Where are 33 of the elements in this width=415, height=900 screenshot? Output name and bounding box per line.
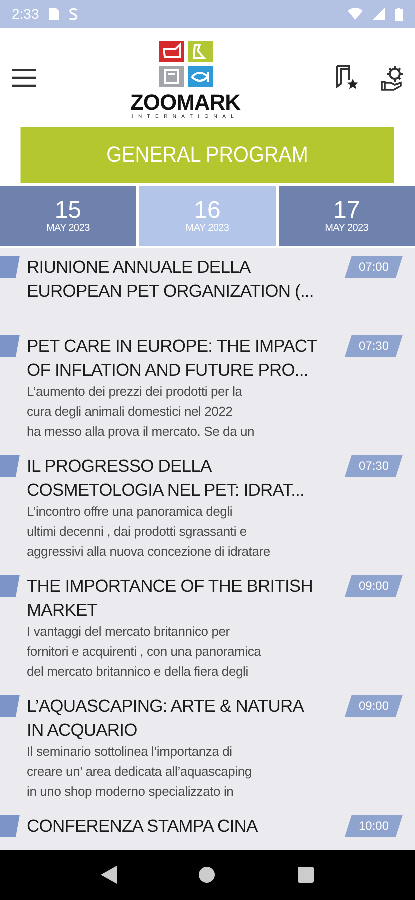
event-title[interactable]: RIUNIONE ANNUALE DELLA EUROPEAN PET ORGANIZATION (... — [27, 255, 345, 303]
signal-icon — [373, 8, 385, 20]
date-tab[interactable]: 15 MAY 2023 — [0, 186, 136, 246]
battery-icon — [395, 8, 403, 20]
time-badge: 07:30 — [345, 335, 403, 357]
back-icon[interactable] — [101, 866, 118, 884]
time-badge: 10:00 — [345, 815, 403, 837]
event-title[interactable]: THE IMPORTANCE OF THE BRITISH MARKET — [27, 574, 345, 622]
wifi-icon — [348, 8, 363, 20]
time-badge: 07:00 — [345, 256, 403, 278]
event-title[interactable]: CONFERENZA STAMPA CINA — [27, 814, 345, 838]
sim-card-icon — [49, 8, 60, 20]
event-title[interactable]: L’AQUASCAPING: ARTE & NATURA IN ACQUARIO — [27, 694, 345, 742]
logo-wordmark: ZOOMARK — [130, 92, 241, 114]
event-description: Il seminario sottolinea l’importanza di creare un’ area dedicata all’aquascaping in uno shop moderno specializzato in — [27, 743, 253, 801]
time-badge: 09:00 — [345, 695, 403, 717]
home-icon[interactable] — [199, 867, 216, 883]
event-description: L’incontro offre una panoramica degli ultimi decenni , dai prodotti sgrassanti e aggressivi alla nuova concezione di idratare — [27, 503, 272, 561]
event-description: I vantaggi del mercato britannico per fornitori e acquirenti , con una panoramica del mercato britannico e della fiera degli — [27, 623, 262, 681]
event-description: L’aumento dei prezzi dei prodotti per la cura degli animali domestici nel 2022 ha messo alla prova il mercato. Se da un — [27, 383, 256, 441]
time-badge: 09:00 — [345, 575, 403, 597]
recents-icon[interactable] — [298, 867, 314, 883]
settings-icon[interactable] — [381, 64, 405, 90]
clock-time: 2:33 — [12, 6, 40, 22]
date-tab[interactable]: 17 MAY 2023 — [278, 186, 415, 246]
event-title[interactable]: PET CARE IN EUROPE: THE IMPACT OF INFLATION AND FUTURE PRO... — [27, 334, 345, 382]
logo-icon — [158, 41, 212, 87]
menu-icon[interactable] — [12, 68, 36, 86]
time-badge: 07:30 — [345, 455, 403, 477]
event-title[interactable]: IL PROGRESSO DELLA COSMETOLOGIA NEL PET: IDRAT... — [27, 454, 345, 502]
bookmark-star-icon[interactable] — [335, 64, 359, 90]
sync-icon — [69, 8, 78, 20]
section-title-bar: GENERAL PROGRAM — [20, 127, 394, 183]
